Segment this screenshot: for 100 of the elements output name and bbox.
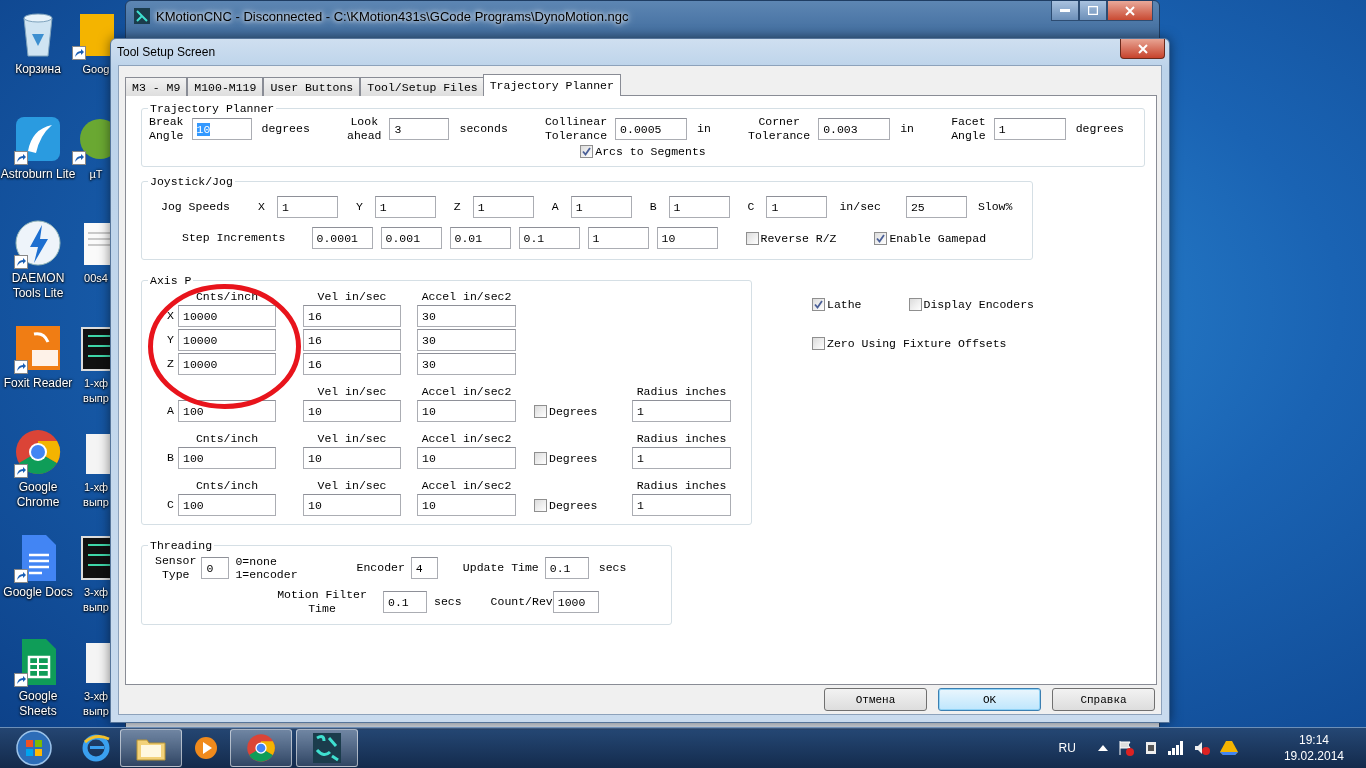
close-button[interactable] [1107,1,1153,21]
input-field[interactable]: 100 [178,494,276,516]
taskbar-button[interactable] [120,729,182,767]
dialog-title: Tool Setup Screen [117,45,216,59]
tab[interactable]: Trajectory Planner [482,74,621,96]
input-field[interactable]: 10 [303,400,401,422]
play-icon[interactable] [193,735,219,761]
maximize-button[interactable] [1079,1,1107,21]
desktop-icon-label[interactable]: 00s4 [84,271,108,286]
input-field[interactable]: 4 [410,557,438,579]
input-field[interactable]: 0.001 [380,227,442,249]
clock-time[interactable]: 19:14 [1298,732,1329,748]
dialog-button[interactable]: OK [938,688,1041,711]
checkbox[interactable] [908,298,922,311]
desktop-icon-label[interactable]: Google Chrome [0,480,76,510]
device-icon[interactable] [1143,740,1158,756]
desktop-icon-label[interactable]: DAEMON Tools Lite [0,271,76,301]
checkbox[interactable] [580,145,594,158]
tab[interactable]: Tool/Setup Files [360,77,485,96]
input-field[interactable]: 16 [303,329,401,351]
input-field[interactable]: 1 [276,196,338,218]
tab[interactable]: M100-M119 [187,77,264,96]
desktop-icon-label[interactable]: 1-хф выпр [82,480,110,510]
desktop-icon-label[interactable]: Google Docs [3,584,73,600]
input-field[interactable]: 1 [587,227,649,249]
field-label: degrees [1075,122,1124,136]
dialog-button[interactable]: Отмена [824,688,927,711]
dialog-button[interactable]: Справка [1052,688,1155,711]
desktop-icon-label[interactable]: µT [89,166,103,182]
input-field[interactable]: 1 [374,196,436,218]
input-field[interactable]: 1 [632,447,731,469]
close-button[interactable] [1120,39,1165,59]
desktop-icon-label[interactable]: 3-хф выпр [82,584,110,615]
app-logo-icon[interactable] [312,732,342,764]
drive-icon[interactable] [1219,740,1238,756]
input-field[interactable]: 1 [668,196,730,218]
input-field[interactable]: 10 [303,494,401,516]
field-label: Y [355,200,363,214]
input-field[interactable]: 10 [417,447,516,469]
input-field[interactable]: 30 [417,305,516,327]
checkbox[interactable] [812,337,825,350]
input-field[interactable]: 0.1 [383,591,427,613]
input-field[interactable]: 0.003 [818,118,891,140]
checkbox[interactable] [534,404,547,418]
input-field[interactable]: 0.01 [449,227,511,249]
input-field[interactable]: 30 [417,329,516,351]
input-field[interactable]: 10000 [178,329,276,351]
input-field[interactable]: 10 [656,227,718,249]
checkbox[interactable] [745,231,759,245]
input-field[interactable]: 100 [178,447,276,469]
chrome-icon[interactable] [246,733,276,763]
desktop-icon-label[interactable]: Foxit Reader [3,375,73,391]
input-field[interactable]: 10 [417,400,516,422]
flag-icon[interactable] [1117,740,1134,756]
input-field[interactable]: 0.1 [518,227,580,249]
field-label: Encoder [356,561,405,575]
input-field[interactable]: 25 [905,196,967,218]
taskbar-button[interactable] [296,729,358,767]
language-indicator[interactable]: RU [1058,741,1076,755]
checkbox[interactable] [874,231,888,245]
desktop-icon-label[interactable]: Корзина [15,62,61,77]
field-label: Corner Tolerance [748,115,811,143]
input-field[interactable]: 10 [417,494,516,516]
input-field[interactable]: 30 [417,353,516,375]
start-button-icon[interactable] [14,729,54,767]
lightning-icon[interactable] [14,219,62,269]
input-field[interactable]: 1 [570,196,632,218]
checkbox[interactable] [534,451,547,465]
input-field[interactable]: 1 [632,494,731,516]
input-field[interactable]: 0.1 [544,557,589,579]
input-field[interactable]: 0.0001 [311,227,373,249]
input-field[interactable]: 3 [389,118,450,140]
app-logo-icon [134,8,150,24]
desktop-icon-label[interactable]: Astroburn Lite [0,166,76,182]
desktop-icon-label[interactable]: 1-хф выпр [82,375,110,406]
input-field[interactable]: 1 [632,400,731,422]
input-field[interactable]: 1 [766,196,828,218]
input-field[interactable]: 10 [303,447,401,469]
tab[interactable]: M3 - M9 [125,77,188,96]
input-field[interactable]: 10000 [178,353,276,375]
input-field[interactable]: 16 [303,353,401,375]
tab[interactable]: User Buttons [263,77,361,96]
desktop-icon-label[interactable]: Goog [82,62,110,77]
input-field[interactable]: 1 [472,196,534,218]
input-field[interactable]: 0 [201,557,230,579]
muted-speaker-icon[interactable] [1193,740,1210,756]
caret-up-icon[interactable] [1097,745,1108,751]
clock-date[interactable]: 19.02.2014 [1283,748,1344,764]
checkbox[interactable] [812,298,825,311]
input-field[interactable]: 0.0005 [615,118,688,140]
input-field[interactable]: 16 [303,305,401,327]
input-field[interactable]: 1000 [552,591,599,613]
field-label: Update Time [462,561,539,575]
input-field[interactable]: 1 [993,118,1066,140]
minimize-button[interactable] [1051,1,1079,21]
signal-bars-icon[interactable] [1167,741,1184,755]
desktop-icon-label[interactable]: Google Sheets [0,689,76,719]
desktop-icon-label[interactable]: 3-хф выпр [82,689,110,719]
checkbox[interactable] [534,498,547,512]
input-field[interactable]: 10000 [178,305,276,327]
